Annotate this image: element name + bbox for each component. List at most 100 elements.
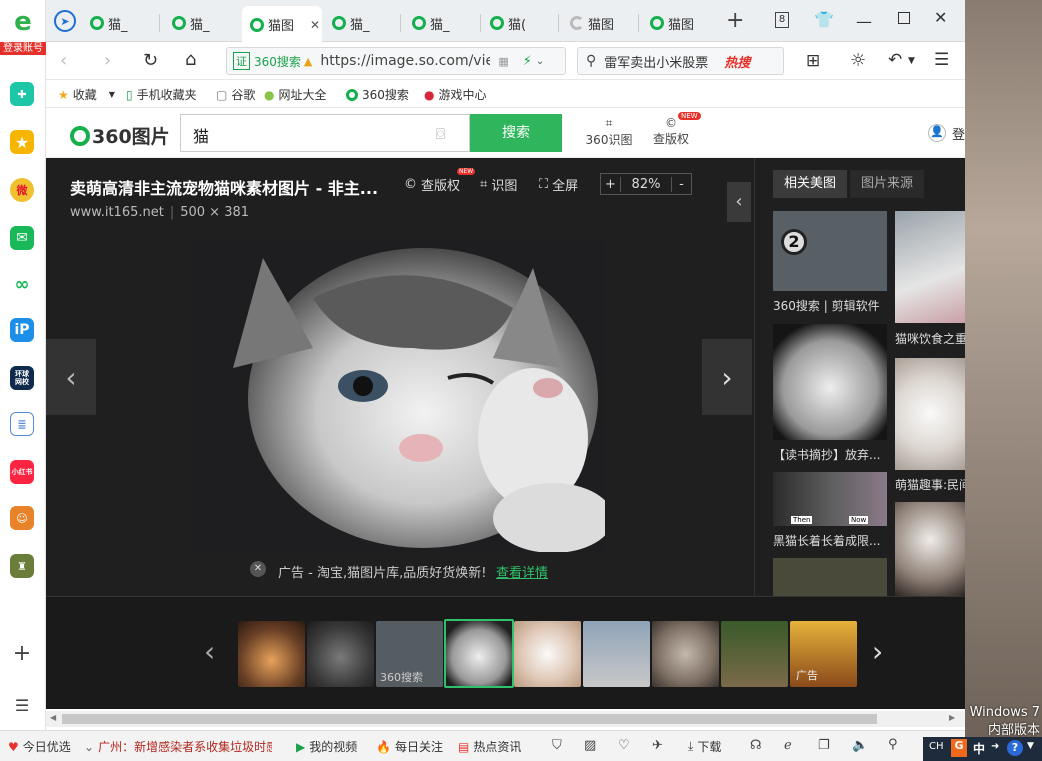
related-thumb-6[interactable] (773, 558, 887, 596)
bookmark-games[interactable]: ● 游戏中心 (424, 86, 487, 103)
apps-grid-icon[interactable]: ⊞ (806, 51, 820, 71)
undo-icon[interactable]: ↶ (888, 50, 902, 70)
ime-arrow-icon[interactable]: ➜ (991, 741, 999, 752)
strip-prev-icon[interactable]: ‹ (204, 635, 215, 668)
camera-icon[interactable]: ⌼ (436, 125, 445, 143)
strip-next-icon[interactable]: › (872, 635, 883, 668)
help-icon[interactable]: ? (1007, 740, 1023, 756)
weibo-icon[interactable]: 微 (10, 178, 34, 202)
related-thumb-then-now[interactable]: Then Now (773, 472, 887, 526)
related-caption-5[interactable]: 黑猫长着长着成限... (773, 532, 887, 549)
back-icon[interactable]: ‹ (60, 50, 67, 71)
login-link[interactable]: 登 (952, 124, 965, 143)
game2-icon[interactable]: ♜ (10, 554, 34, 578)
window-icon[interactable]: ❐ (818, 738, 830, 753)
close-ad-icon[interactable]: ✕ (250, 561, 266, 577)
add-icon[interactable]: + (10, 641, 34, 666)
status-news-ticker[interactable]: ⌄ 广州：新增感染者系收集垃圾时感 (84, 738, 272, 755)
ie-e-icon[interactable]: e (11, 7, 35, 37)
status-daily-focus[interactable]: 🔥 每日关注 (376, 738, 443, 755)
shield-icon[interactable]: ⛉ (552, 738, 562, 753)
home-icon[interactable]: ⌂ (185, 49, 196, 70)
mail-icon[interactable]: ✉ (10, 226, 34, 250)
strip-thumb-4-selected[interactable] (444, 619, 514, 688)
strip-thumb-8[interactable] (721, 621, 788, 687)
related-thumb-kitten-2[interactable] (895, 211, 965, 323)
site-logo[interactable]: 360图片 (70, 122, 170, 149)
main-image-kitten[interactable] (193, 238, 605, 552)
tab-1[interactable]: 猫_ (82, 8, 156, 38)
related-thumb-kitten-4[interactable] (895, 358, 965, 470)
zoom-in-button[interactable]: + (601, 176, 621, 192)
horizontal-scrollbar[interactable]: ◀ ▶ (46, 711, 965, 727)
cloud-link-icon[interactable]: ∞ (10, 272, 34, 296)
tool-banquan[interactable]: © 查版权 (404, 175, 460, 194)
zoom-out-button[interactable]: - (671, 176, 691, 192)
prev-image-button[interactable]: ‹ (46, 339, 96, 415)
scroll-right-icon[interactable]: ▶ (949, 713, 955, 722)
collapse-panel-button[interactable]: ‹ (727, 182, 751, 222)
volume-icon[interactable]: 🔈 (852, 738, 868, 753)
tab-6[interactable]: 猫( (482, 8, 556, 38)
new-tab-icon[interactable]: + (726, 8, 744, 33)
chevron-down-icon[interactable]: ⌄ (536, 56, 544, 67)
strip-thumb-3[interactable]: 360搜索 (376, 621, 443, 687)
maximize-icon[interactable] (898, 12, 910, 24)
shitu-link[interactable]: ⌗ 360识图 (584, 116, 634, 148)
headset-icon[interactable]: ☊ (750, 738, 762, 753)
login-account-button[interactable]: 登录账号 (0, 42, 46, 55)
ad-details-link[interactable]: 查看详情 (496, 562, 548, 581)
qr-icon[interactable]: ▦ (498, 55, 508, 68)
ie-icon[interactable]: ℯ (784, 738, 792, 753)
related-thumb-kitten-5[interactable] (895, 502, 965, 596)
tab-2[interactable]: 猫_ (164, 8, 238, 38)
related-thumb-editor[interactable]: 2 (773, 211, 887, 291)
close-window-icon[interactable]: ✕ (934, 8, 947, 27)
plus-app-icon[interactable]: ✚ (10, 82, 34, 106)
close-tab-icon[interactable]: ✕ (310, 18, 320, 32)
image-icon[interactable]: ▨ (584, 738, 596, 753)
tab-7[interactable]: 猫图 (562, 8, 636, 38)
strip-thumb-5[interactable] (514, 621, 581, 687)
user-icon[interactable]: 👤 (928, 124, 946, 142)
minimize-icon[interactable]: — (856, 12, 872, 31)
bookmark-favorites[interactable]: ★ 收藏 ▼ (58, 86, 115, 103)
scroll-left-icon[interactable]: ◀ (50, 713, 56, 722)
ch-indicator[interactable]: CH (929, 741, 944, 752)
tab-related[interactable]: 相关美图 (773, 170, 847, 198)
tab-5[interactable]: 猫_ (404, 8, 478, 38)
hot-search-label[interactable]: 热搜 (724, 52, 750, 71)
menu-icon[interactable]: ☰ (10, 693, 34, 717)
p-app-icon[interactable]: iP (10, 318, 34, 342)
shirt-skin-icon[interactable]: 👕 (814, 10, 834, 29)
strip-thumb-9[interactable]: 广告 (790, 621, 857, 687)
tab-source[interactable]: 图片来源 (850, 170, 924, 198)
status-download[interactable]: ⤓ 下载 (688, 738, 721, 755)
navigation-arrow-icon[interactable]: ➤ (54, 10, 76, 32)
menu-icon[interactable]: ☰ (934, 50, 949, 70)
address-bar[interactable]: 证 360搜索 ▲ https://image.so.com/vie ▦ ⚡ ⌄ (226, 47, 566, 75)
status-hot-news[interactable]: ▤ 热点资讯 (458, 738, 521, 755)
bookmark-360[interactable]: 360搜索 (346, 86, 409, 103)
tab-count-badge[interactable]: 8 (775, 12, 789, 28)
brightness-icon[interactable]: ☼ (850, 50, 866, 71)
tray-dropdown-icon[interactable]: ▼ (1027, 741, 1034, 751)
search-box[interactable]: ⚲ 雷军卖出小米股票 热搜 (577, 47, 784, 75)
health-icon[interactable]: ♡ (618, 738, 630, 753)
status-my-videos[interactable]: ▶ 我的视频 (296, 738, 357, 755)
tab-4[interactable]: 猫_ (324, 8, 398, 38)
next-image-button[interactable]: › (702, 339, 752, 415)
strip-thumb-2[interactable] (307, 621, 374, 687)
image-search-input[interactable]: 猫 (180, 114, 470, 152)
related-caption-2[interactable]: 猫咪饮食之重 (895, 330, 965, 347)
ime-logo-icon[interactable]: G (951, 739, 967, 757)
banquan-link[interactable]: © 查版权 (646, 116, 696, 147)
lightning-icon[interactable]: ⚡ (523, 54, 532, 69)
rocket-icon[interactable]: ✈ (652, 738, 663, 753)
zoom-icon[interactable]: ⚲ (888, 737, 898, 752)
language-indicator[interactable]: 中 (973, 740, 985, 757)
related-caption-3[interactable]: 【读书摘抄】放弃... (773, 446, 887, 463)
bookmark-mobile[interactable]: ▯ 手机收藏夹 (126, 86, 197, 103)
strip-thumb-1[interactable] (238, 621, 305, 687)
strip-thumb-6[interactable] (583, 621, 650, 687)
